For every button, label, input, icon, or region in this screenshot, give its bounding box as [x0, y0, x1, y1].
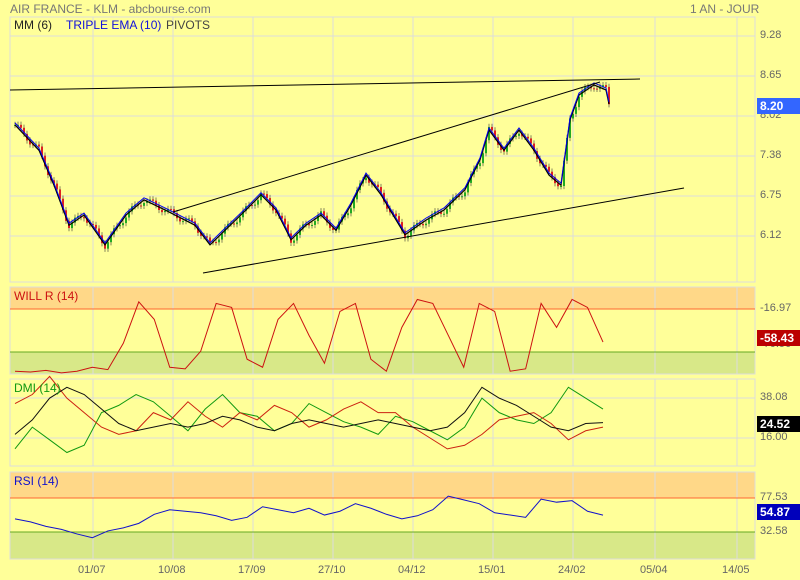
date-tick: 15/01 [478, 564, 506, 576]
price-tick: 7.38 [760, 149, 782, 161]
date-tick: 14/05 [722, 564, 750, 576]
candle [107, 242, 109, 249]
date-tick: 04/12 [398, 564, 426, 576]
candle [215, 242, 217, 244]
candle [365, 177, 367, 181]
rsi-label: RSI (14) [14, 474, 59, 488]
candle [518, 133, 520, 136]
candle [605, 85, 607, 87]
candle [575, 107, 577, 114]
willr-overbought-zone [10, 287, 755, 309]
candle [161, 209, 163, 213]
date-tick: 05/04 [640, 564, 668, 576]
candle [233, 223, 235, 225]
legend-tema[interactable]: TRIPLE EMA (10) [66, 18, 161, 32]
candle [377, 184, 379, 187]
chart-canvas [9, 16, 756, 560]
candle [596, 88, 598, 90]
willr-label: WILL R (14) [14, 289, 79, 303]
date-tick: 17/09 [238, 564, 266, 576]
candle [239, 217, 241, 223]
candle [95, 224, 97, 229]
resistance-line [9, 78, 641, 91]
candle [254, 204, 256, 206]
candle [143, 202, 145, 206]
candle [491, 126, 493, 131]
willr-last-badge: -58.43 [757, 330, 800, 346]
osc-tick: 38.08 [760, 391, 788, 403]
channel-lower-line [202, 187, 685, 274]
candle [20, 124, 22, 128]
candle [170, 208, 172, 210]
legend-pivots[interactable]: PIVOTS [166, 18, 210, 32]
price-tick: 6.12 [760, 229, 782, 241]
mm-line [14, 84, 610, 246]
date-tick: 10/08 [158, 564, 186, 576]
dmi-label: DMI (14) [14, 381, 61, 395]
candle [209, 237, 211, 242]
dmi-last-badge: 24.52 [757, 416, 800, 432]
rsi-overbought-zone [10, 472, 755, 498]
candle [422, 223, 424, 226]
candle [314, 221, 316, 225]
panel-frame-0 [9, 16, 756, 283]
rsi-line [14, 495, 604, 539]
candle [218, 239, 220, 243]
osc-tick: 32.58 [760, 525, 788, 537]
candle [425, 223, 427, 226]
candle [443, 213, 445, 215]
candle [164, 210, 166, 213]
candle [428, 219, 430, 224]
candle [515, 135, 517, 137]
candle [293, 240, 295, 243]
candle [152, 199, 154, 201]
candle [182, 221, 184, 223]
panel-frame-2 [9, 378, 756, 467]
candle [188, 218, 190, 220]
candle [479, 163, 481, 167]
channel-upper-line [172, 81, 601, 213]
candle [446, 208, 448, 214]
candle [122, 223, 124, 226]
candle [311, 224, 313, 226]
candle [461, 196, 463, 198]
candle [38, 144, 40, 147]
candle [593, 88, 595, 90]
date-tick: 27/10 [318, 564, 346, 576]
candle [482, 153, 484, 164]
candle [527, 136, 529, 139]
last-price-badge: 8.20 [757, 98, 800, 114]
candle [296, 234, 298, 241]
price-tick: 9.28 [760, 29, 782, 41]
price-tick: 6.75 [760, 189, 782, 201]
candle [560, 186, 562, 188]
osc-tick: -16.97 [760, 302, 792, 314]
candle [140, 205, 142, 207]
candle [179, 218, 181, 222]
date-tick: 01/07 [78, 564, 106, 576]
rsi-oversold-zone [10, 532, 755, 559]
osc-tick: 16.00 [760, 431, 788, 443]
chart-window: AIR FRANCE - KLM - abcbourse.com 1 AN - … [0, 0, 800, 580]
candle [236, 222, 238, 225]
price-tick: 8.65 [760, 69, 782, 81]
rsi-last-badge: 54.87 [757, 504, 800, 520]
willr-oversold-zone [10, 352, 755, 374]
candle [347, 213, 349, 216]
candle [83, 217, 85, 219]
candle [125, 217, 127, 224]
date-tick: 24/02 [558, 564, 586, 576]
candle [350, 208, 352, 214]
legend-mm[interactable]: MM (6) [14, 18, 52, 32]
candle [257, 200, 259, 205]
osc-tick: 77.53 [760, 491, 788, 503]
candle [464, 192, 466, 197]
